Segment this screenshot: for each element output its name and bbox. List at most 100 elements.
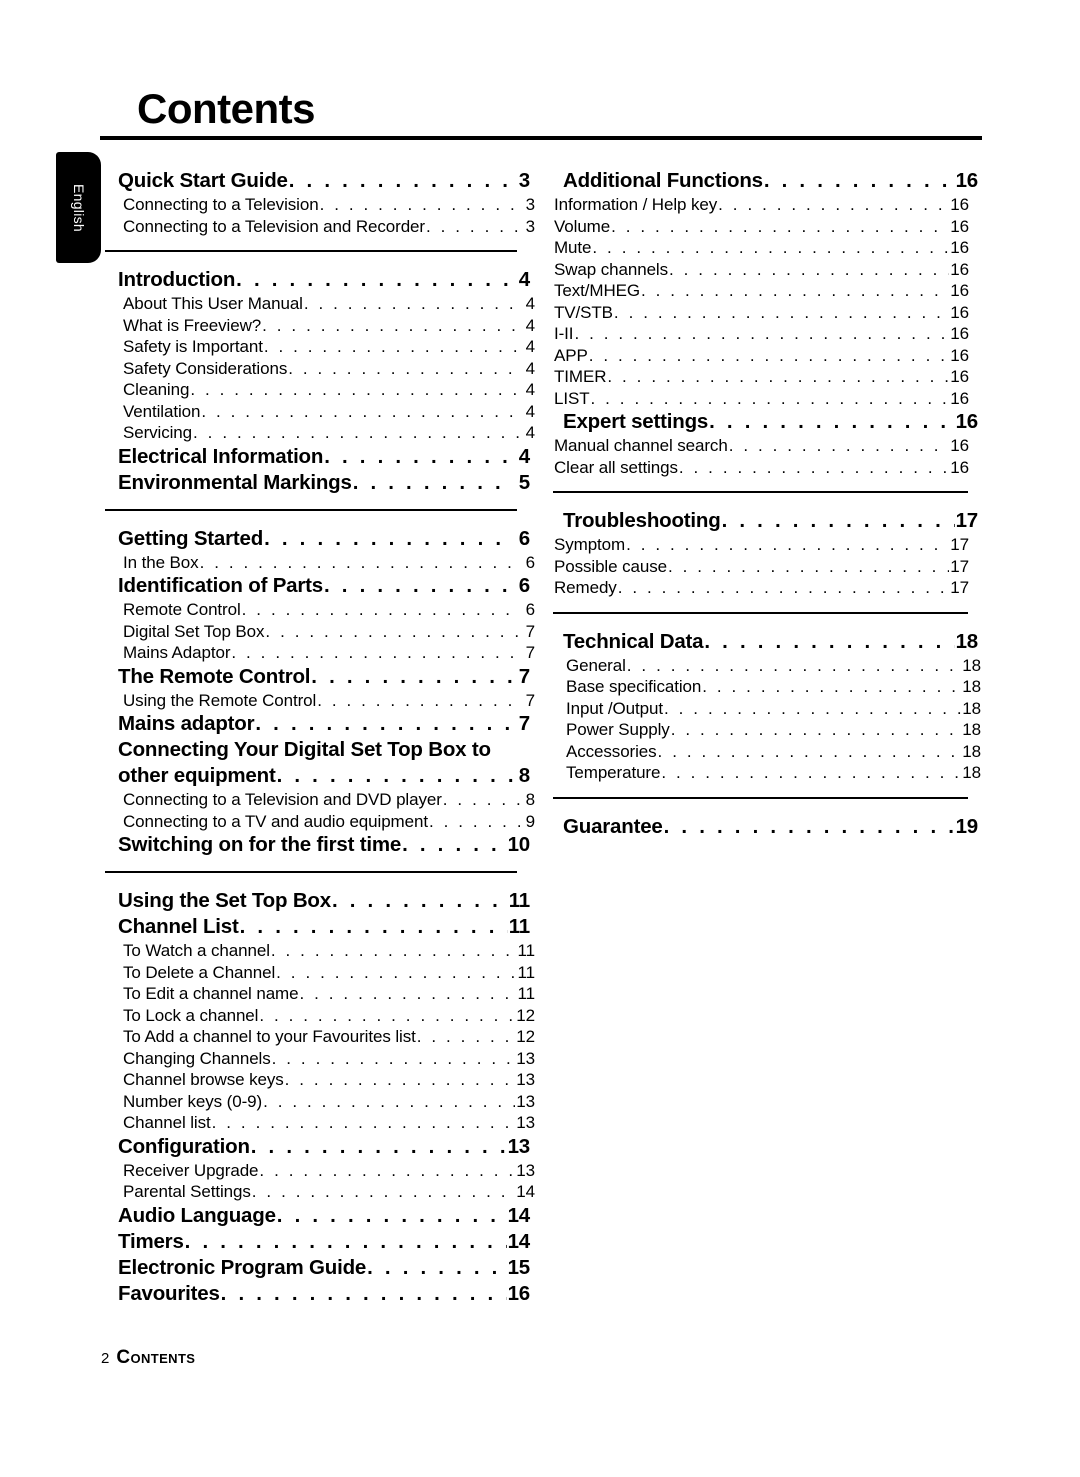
toc-leader-dots: . . . . . . . . . . . . . . . . . . . . … xyxy=(331,889,508,912)
toc-entry-heading[interactable]: Timers. . . . . . . . . . . . . . . . . … xyxy=(105,1229,530,1255)
toc-entry-sub[interactable]: General. . . . . . . . . . . . . . . . .… xyxy=(553,655,981,677)
toc-entry-label: Volume xyxy=(554,216,611,236)
toc-entry-sub[interactable]: TIMER. . . . . . . . . . . . . . . . . .… xyxy=(553,366,969,388)
toc-leader-dots: . . . . . . . . . . . . . . . . . . . . … xyxy=(324,444,513,468)
toc-entry-sub[interactable]: Using the Remote Control. . . . . . . . … xyxy=(105,690,535,712)
toc-entry-heading[interactable]: Favourites. . . . . . . . . . . . . . . … xyxy=(105,1281,530,1307)
toc-entry-sub[interactable]: To Delete a Channel. . . . . . . . . . .… xyxy=(105,962,535,984)
toc-entry-heading[interactable]: Electrical Information. . . . . . . . . … xyxy=(105,444,530,470)
toc-entry-sub[interactable]: Channel list. . . . . . . . . . . . . . … xyxy=(105,1112,535,1134)
toc-entry-label: Swap channels xyxy=(554,259,668,279)
toc-entry-sub[interactable]: In the Box. . . . . . . . . . . . . . . … xyxy=(105,552,535,574)
toc-page-number: 6 xyxy=(518,526,530,550)
toc-page-number: 16 xyxy=(955,410,979,433)
toc-page-number: 18 xyxy=(962,720,981,739)
toc-entry-heading[interactable]: Expert settings. . . . . . . . . . . . .… xyxy=(553,409,978,435)
toc-leader-dots: . . . . . . . . . . . . . . . . . . . . … xyxy=(265,621,520,641)
toc-entry-sub[interactable]: Safety is Important. . . . . . . . . . .… xyxy=(105,336,535,358)
toc-entry-sub[interactable]: Channel browse keys. . . . . . . . . . .… xyxy=(105,1069,535,1091)
toc-entry-sub[interactable]: Remote Control. . . . . . . . . . . . . … xyxy=(105,599,535,621)
toc-entry-heading[interactable]: Additional Functions. . . . . . . . . . … xyxy=(553,168,978,194)
toc-entry-heading[interactable]: Connecting Your Digital Set Top Box to xyxy=(105,737,530,763)
toc-entry-label: To Add a channel to your Favourites list xyxy=(123,1027,416,1046)
toc-entry-sub[interactable]: TV/STB. . . . . . . . . . . . . . . . . … xyxy=(553,302,969,324)
toc-entry-sub[interactable]: Connecting to a TV and audio equipment. … xyxy=(105,811,535,833)
toc-entry-sub[interactable]: What is Freeview?. . . . . . . . . . . .… xyxy=(105,315,535,337)
toc-entry-sub[interactable]: Cleaning. . . . . . . . . . . . . . . . … xyxy=(105,379,535,401)
toc-entry-label: The Remote Control xyxy=(118,664,311,688)
toc-entry-heading[interactable]: Guarantee. . . . . . . . . . . . . . . .… xyxy=(553,814,978,840)
toc-page-number: 9 xyxy=(525,811,535,831)
toc-page-number: 12 xyxy=(516,1027,535,1046)
toc-entry-sub[interactable]: Power Supply. . . . . . . . . . . . . . … xyxy=(553,719,981,741)
toc-entry-heading[interactable]: Getting Started. . . . . . . . . . . . .… xyxy=(105,526,530,552)
toc-entry-sub[interactable]: Temperature. . . . . . . . . . . . . . .… xyxy=(553,762,981,784)
toc-entry-sub[interactable]: Manual channel search. . . . . . . . . .… xyxy=(553,435,969,457)
toc-leader-dots: . . . . . . . . . . . . . . . . . . . . … xyxy=(613,302,949,322)
toc-leader-dots: . . . . . . . . . . . . . . . . . . . . … xyxy=(184,1229,507,1253)
toc-entry-sub[interactable]: Base specification. . . . . . . . . . . … xyxy=(553,676,981,698)
toc-entry-sub[interactable]: Digital Set Top Box. . . . . . . . . . .… xyxy=(105,621,535,643)
toc-entry-sub[interactable]: To Add a channel to your Favourites list… xyxy=(105,1026,535,1048)
toc-entry-heading[interactable]: The Remote Control. . . . . . . . . . . … xyxy=(105,664,530,690)
toc-entry-heading[interactable]: Audio Language. . . . . . . . . . . . . … xyxy=(105,1203,530,1229)
toc-entry-sub[interactable]: Parental Settings. . . . . . . . . . . .… xyxy=(105,1181,535,1203)
toc-entry-sub[interactable]: LIST. . . . . . . . . . . . . . . . . . … xyxy=(553,388,969,410)
toc-entry-sub[interactable]: Clear all settings. . . . . . . . . . . … xyxy=(553,457,969,479)
toc-entry-label: Mains adaptor xyxy=(118,712,255,735)
toc-entry-heading[interactable]: Troubleshooting. . . . . . . . . . . . .… xyxy=(553,508,978,534)
toc-entry-sub[interactable]: Information / Help key. . . . . . . . . … xyxy=(553,194,969,216)
toc-entry-heading[interactable]: Using the Set Top Box. . . . . . . . . .… xyxy=(105,888,530,914)
toc-entry-heading[interactable]: Switching on for the first time. . . . .… xyxy=(105,832,530,858)
toc-page-number: 13 xyxy=(516,1160,535,1180)
toc-entry-sub[interactable]: Servicing. . . . . . . . . . . . . . . .… xyxy=(105,422,535,444)
toc-entry-heading[interactable]: Introduction. . . . . . . . . . . . . . … xyxy=(105,267,530,293)
toc-entry-heading[interactable]: Channel List. . . . . . . . . . . . . . … xyxy=(105,914,530,940)
toc-entry-sub[interactable]: I-II. . . . . . . . . . . . . . . . . . … xyxy=(553,323,969,345)
toc-section-group: Introduction. . . . . . . . . . . . . . … xyxy=(105,267,535,496)
toc-page-number: 17 xyxy=(950,535,969,554)
toc-entry-sub[interactable]: Input /Output. . . . . . . . . . . . . .… xyxy=(553,698,981,720)
toc-entry-sub[interactable]: Changing Channels. . . . . . . . . . . .… xyxy=(105,1048,535,1070)
toc-entry-heading[interactable]: Configuration. . . . . . . . . . . . . .… xyxy=(105,1134,530,1160)
toc-page-number: 11 xyxy=(517,962,536,982)
toc-entry-sub[interactable]: Remedy. . . . . . . . . . . . . . . . . … xyxy=(553,577,969,599)
toc-entry-sub[interactable]: Connecting to a Television and DVD playe… xyxy=(105,789,535,811)
toc-entry-sub[interactable]: Possible cause. . . . . . . . . . . . . … xyxy=(553,556,969,578)
toc-entry-sub[interactable]: Safety Considerations. . . . . . . . . .… xyxy=(105,358,535,380)
toc-entry-sub[interactable]: APP. . . . . . . . . . . . . . . . . . .… xyxy=(553,345,969,367)
toc-entry-sub[interactable]: Text/MHEG. . . . . . . . . . . . . . . .… xyxy=(553,280,969,302)
toc-entry-sub[interactable]: Symptom. . . . . . . . . . . . . . . . .… xyxy=(553,534,969,556)
toc-leader-dots: . . . . . . . . . . . . . . . . . . . . … xyxy=(251,1182,516,1201)
toc-entry-sub[interactable]: Ventilation. . . . . . . . . . . . . . .… xyxy=(105,401,535,423)
toc-entry-sub[interactable]: To Lock a channel. . . . . . . . . . . .… xyxy=(105,1005,535,1027)
toc-entry-sub[interactable]: Volume. . . . . . . . . . . . . . . . . … xyxy=(553,216,969,238)
toc-entry-label: Connecting to a Television and Recorder xyxy=(123,216,425,236)
toc-entry-label: Mains Adaptor xyxy=(123,643,231,662)
title-divider xyxy=(100,136,982,140)
toc-entry-sub[interactable]: Mains Adaptor. . . . . . . . . . . . . .… xyxy=(105,642,535,664)
toc-entry-sub[interactable]: Accessories. . . . . . . . . . . . . . .… xyxy=(553,741,981,763)
toc-entry-heading[interactable]: Identification of Parts. . . . . . . . .… xyxy=(105,573,530,599)
toc-entry-heading[interactable]: Mains adaptor. . . . . . . . . . . . . .… xyxy=(105,711,530,737)
toc-entry-sub[interactable]: Swap channels. . . . . . . . . . . . . .… xyxy=(553,259,969,281)
toc-entry-sub[interactable]: Number keys (0-9). . . . . . . . . . . .… xyxy=(105,1091,535,1113)
toc-entry-label: Possible cause xyxy=(554,556,667,576)
toc-entry-sub[interactable]: Connecting to a Television and Recorder.… xyxy=(105,216,535,238)
toc-entry-heading[interactable]: Quick Start Guide. . . . . . . . . . . .… xyxy=(105,168,530,194)
toc-page-number: 16 xyxy=(507,1281,531,1305)
toc-entry-sub[interactable]: Mute. . . . . . . . . . . . . . . . . . … xyxy=(553,237,969,259)
toc-entry-heading[interactable]: other equipment. . . . . . . . . . . . .… xyxy=(105,763,530,789)
toc-entry-label: Favourites xyxy=(118,1281,220,1305)
toc-entry-sub[interactable]: Receiver Upgrade. . . . . . . . . . . . … xyxy=(105,1160,535,1182)
toc-entry-sub[interactable]: To Edit a channel name. . . . . . . . . … xyxy=(105,983,535,1005)
toc-entry-heading[interactable]: Technical Data. . . . . . . . . . . . . … xyxy=(553,629,978,655)
toc-entry-heading[interactable]: Environmental Markings. . . . . . . . . … xyxy=(105,470,530,496)
toc-entry-heading[interactable]: Electronic Program Guide. . . . . . . . … xyxy=(105,1255,530,1281)
toc-entry-sub[interactable]: To Watch a channel. . . . . . . . . . . … xyxy=(105,940,535,962)
toc-entry-sub[interactable]: About This User Manual. . . . . . . . . … xyxy=(105,293,535,315)
toc-leader-dots: . . . . . . . . . . . . . . . . . . . . … xyxy=(428,811,520,831)
toc-entry-sub[interactable]: Connecting to a Television. . . . . . . … xyxy=(105,194,535,216)
